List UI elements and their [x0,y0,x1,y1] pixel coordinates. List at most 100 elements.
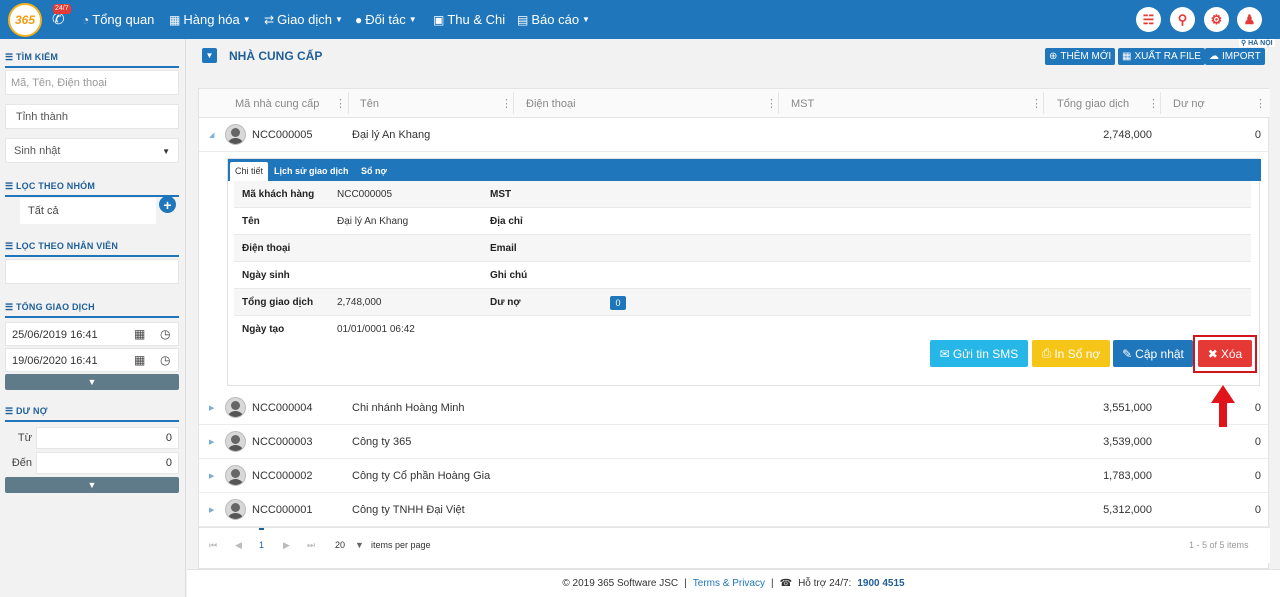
nav-reports[interactable]: ▤ Báo cáo ▼ [517,12,590,27]
table-row[interactable]: ▶ NCC000003 Công ty 365 3,539,000 0 [199,425,1270,459]
field-label: Ngày tạo [242,324,285,335]
caret-down-icon: ▼ [334,15,343,24]
add-new-button[interactable]: ⊕ THÊM MỚI [1045,48,1116,65]
column-header-name[interactable]: Tên [360,98,379,110]
search-section-title: ☰ TÌM KIẾM [5,52,179,68]
nav-income-expense[interactable]: ▣ Thu & Chi [433,12,505,27]
import-button[interactable]: ☁ IMPORT [1205,48,1265,65]
expand-arrow-icon[interactable]: ▶ [209,438,214,446]
column-menu-icon[interactable]: ⋮ [1255,97,1266,110]
app-logo[interactable]: 365 [8,3,42,37]
field-value: NCC000005 [337,189,393,200]
group-all-text: Tất cả [28,205,59,217]
expand-arrow-icon[interactable]: ▶ [209,506,214,514]
date-to-input[interactable]: 19/06/2020 16:41 ▦ ◷ [5,348,179,372]
page-size-select[interactable]: 20 [335,540,345,550]
support-phone[interactable]: 1900 4515 [857,578,904,589]
terms-link[interactable]: Terms & Privacy [693,578,765,589]
date-from-input[interactable]: 25/06/2019 16:41 ▦ ◷ [5,322,179,346]
avatar [225,499,246,520]
column-header-phone[interactable]: Điện thoại [526,98,576,110]
account-button[interactable]: ♟ [1237,7,1262,32]
location-button[interactable]: ⚲ [1170,7,1195,32]
settings-button[interactable]: ⚙ [1204,7,1229,32]
highlight-box [1193,335,1257,373]
column-menu-icon[interactable]: ⋮ [335,97,346,110]
export-label: XUẤT RA FILE [1134,51,1201,62]
expand-arrow-icon[interactable]: ▶ [209,404,214,412]
nav-transactions[interactable]: ⇄ Giao dịch ▼ [264,12,343,27]
expand-arrow-icon[interactable]: ▶ [209,472,214,480]
cloud-upload-icon: ☁ [1209,51,1219,62]
section-title-text: LỌC THEO NHÓM [15,181,96,191]
print-debt-button[interactable]: ⎙ In Sổ nợ [1032,340,1110,367]
province-select[interactable]: Tỉnh thành [5,104,179,129]
debt-filter-button[interactable]: ▼ [5,477,179,493]
column-menu-icon[interactable]: ⋮ [1148,97,1159,110]
birthday-select[interactable]: Sinh nhật ▼ [5,138,179,163]
tab-transaction-history[interactable]: Lịch sử giao dịch [269,162,354,181]
column-header-total[interactable]: Tổng giao dịch [1057,98,1129,110]
nav-dashboard[interactable]: ◔ Tổng quan [82,12,154,27]
group-all-item[interactable]: Tất cả [20,198,156,224]
tab-details[interactable]: Chi tiết [230,162,269,181]
first-page-icon[interactable]: ⏮ [209,540,217,551]
next-page-icon[interactable]: ▶ [283,540,290,551]
logo-text: 365 [14,13,36,27]
table-row[interactable]: ◢ NCC000005 Đại lý An Khang 2,748,000 0 [199,118,1270,152]
column-divider [778,92,779,114]
column-header-tax[interactable]: MST [791,98,814,110]
export-file-button[interactable]: ▦ XUẤT RA FILE [1118,48,1205,65]
column-header-debt[interactable]: Dư nợ [1173,98,1205,110]
column-menu-icon[interactable]: ⋮ [1031,97,1042,110]
update-button[interactable]: ✎ Cập nhật [1113,340,1193,367]
debt-from-input[interactable]: 0 [36,427,179,449]
transaction-filter-button[interactable]: ▼ [5,374,179,390]
nav-products[interactable]: ▦ Hàng hóa ▼ [169,12,251,27]
calendar-icon[interactable]: ▦ [134,353,145,367]
staff-select[interactable] [5,259,179,284]
field-label: Tên [242,216,260,227]
filter-toggle-icon[interactable]: ▼ [202,48,217,63]
last-page-icon[interactable]: ⏭ [307,540,315,551]
avatar [225,397,246,418]
row-total: 3,539,000 [1103,436,1152,448]
caret-down-icon[interactable]: ▼ [355,540,364,550]
column-menu-icon[interactable]: ⋮ [501,97,512,110]
avatar [225,124,246,145]
nav-label: Thu & Chi [447,12,506,27]
support-badge: 24/7 [53,4,71,14]
debt-to-input[interactable]: 0 [36,452,179,474]
collapse-arrow-icon[interactable]: ◢ [209,131,214,139]
region-label[interactable]: ⚲ HÀ NỘI [1239,39,1275,47]
nav-partners[interactable]: ● Đối tác ▼ [355,12,417,27]
add-group-button[interactable]: + [159,196,176,213]
province-text: Tỉnh thành [16,111,68,123]
row-code: NCC000002 [252,470,313,482]
field-value: 2,748,000 [337,297,382,308]
page-header: ▼ NHÀ CUNG CẤP [202,48,322,63]
clock-icon[interactable]: ◷ [160,327,170,341]
table-row[interactable]: ▶ NCC000004 Chi nhánh Hoàng Minh 3,551,0… [199,391,1270,425]
nav-label: Báo cáo [531,12,580,27]
table-row[interactable]: ▶ NCC000002 Công ty Cổ phần Hoàng Gia 1,… [199,459,1270,493]
tab-debt-book[interactable]: Sổ nợ [356,162,392,181]
table-row[interactable]: ▶ NCC000001 Công ty TNHH Đại Việt 5,312,… [199,493,1270,527]
calendar-icon[interactable]: ▦ [134,327,145,341]
cart-button[interactable]: ☵ [1136,7,1161,32]
row-name: Công ty 365 [352,436,412,448]
exchange-icon: ⇄ [264,12,275,27]
top-navbar: 365 ✆ 24/7 ◔ Tổng quan ▦ Hàng hóa ▼ ⇄ Giao d… [0,0,1280,39]
page-number[interactable]: 1 [259,528,265,550]
plus-circle-icon: ⊕ [1049,51,1058,62]
send-sms-button[interactable]: ✉ Gửi tin SMS [930,340,1028,367]
clock-icon[interactable]: ◷ [160,353,170,367]
search-input[interactable]: Mã, Tên, Điện thoại [5,70,179,95]
avatar [225,431,246,452]
column-header-code[interactable]: Mã nhà cung cấp [235,98,319,110]
prev-page-icon[interactable]: ◀ [235,540,242,551]
avatar [225,465,246,486]
column-menu-icon[interactable]: ⋮ [766,97,777,110]
row-code: NCC000003 [252,436,313,448]
field-label: Mã khách hàng [242,189,315,200]
